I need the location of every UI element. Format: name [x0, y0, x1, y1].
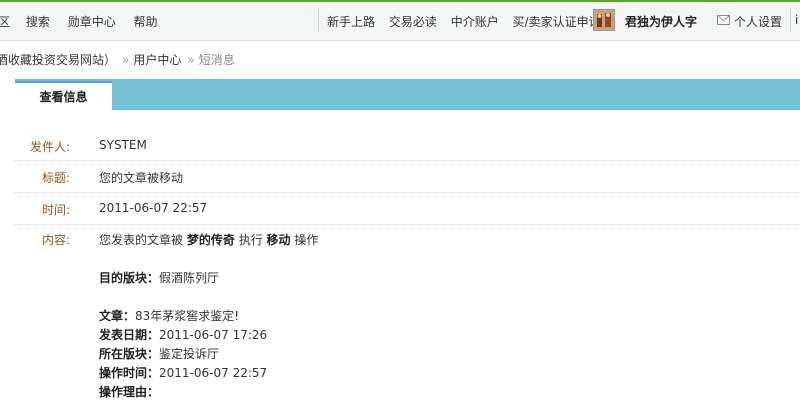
- tab-view-message[interactable]: 查看信息: [15, 81, 112, 110]
- breadcrumb-site[interactable]: 酒收藏投资交易网站）: [0, 53, 116, 67]
- breadcrumb-separator: »: [122, 53, 130, 67]
- breadcrumb-current: 短消息: [198, 53, 235, 67]
- message-text: 操作: [294, 233, 319, 247]
- nav-divider: [318, 8, 319, 32]
- nav-item-trade-must-read[interactable]: 交易必读: [389, 13, 437, 30]
- op-time-line: 操作时间：2011-06-07 22:57: [99, 364, 789, 383]
- message-text: 您发表的文章被: [99, 233, 184, 247]
- top-accent-line: [0, 0, 800, 2]
- message-text: 执行: [238, 233, 263, 247]
- message-line-action: 您发表的文章被 梦的传奇 执行 移动 操作: [99, 231, 789, 250]
- target-board-line: 目的版块：假酒陈列厅: [99, 269, 789, 288]
- subject-value: 您的文章被移动: [99, 171, 184, 185]
- nav-right-group: 新手上路 交易必读 中介账户 买/卖家认证申请: [327, 13, 611, 30]
- content-label: 内容:: [41, 233, 70, 247]
- operator-name[interactable]: 梦的传奇: [187, 233, 235, 247]
- username[interactable]: 君独为伊人字: [625, 13, 697, 30]
- time-value: 2011-06-07 22:57: [99, 201, 208, 215]
- nav-item-medal-center[interactable]: 勋章中心: [68, 13, 116, 30]
- message-body: 您发表的文章被 梦的传奇 执行 移动 操作 目的版块：假酒陈列厅 文章：83年茅…: [99, 231, 789, 402]
- reason-label: 操作理由：: [99, 385, 160, 399]
- time-label: 时间:: [41, 203, 70, 217]
- mail-icon[interactable]: [717, 15, 730, 25]
- sender-label: 发件人:: [29, 140, 70, 154]
- nav-item-seller-verification[interactable]: 买/卖家认证申请: [513, 13, 601, 30]
- top-navigation-bar: 区 搜索 勋章中心 帮助 新手上路 交易必读 中介账户 买/卖家认证申请 君独为…: [0, 0, 800, 41]
- sender-value: SYSTEM: [99, 138, 147, 152]
- nav-item-search[interactable]: 搜索: [26, 13, 50, 30]
- post-date-line: 发表日期：2011-06-07 17:26: [99, 326, 789, 345]
- breadcrumb-user-center[interactable]: 用户中心: [133, 53, 181, 67]
- article-line: 文章：83年茅浆窖求鉴定!: [99, 307, 789, 326]
- op-time-label: 操作时间：: [99, 366, 160, 380]
- nav-item-help[interactable]: 帮助: [134, 13, 158, 30]
- action-name: 移动: [266, 233, 291, 247]
- breadcrumb: 酒收藏投资交易网站）» 用户中心» 短消息: [0, 51, 235, 68]
- nav-left-group: 区 搜索 勋章中心 帮助: [0, 13, 172, 30]
- row-divider: [15, 192, 800, 193]
- avatar[interactable]: [593, 9, 615, 31]
- nav-item-newbie-guide[interactable]: 新手上路: [327, 13, 375, 30]
- post-date-label: 发表日期：: [99, 328, 160, 342]
- subject-label: 标题:: [41, 171, 70, 185]
- tab-bar: 查看信息: [15, 79, 800, 110]
- reason-line: 操作理由：: [99, 383, 789, 402]
- nav-item-escrow-account[interactable]: 中介账户: [451, 13, 499, 30]
- article-value[interactable]: 83年茅浆窖求鉴定!: [135, 309, 239, 323]
- avatar-image: [594, 10, 614, 30]
- board-line: 所在版块：鉴定投诉厅: [99, 345, 789, 364]
- target-board-value[interactable]: 假酒陈列厅: [159, 271, 219, 285]
- settings-link[interactable]: 个人设置: [734, 13, 782, 30]
- row-divider: [15, 160, 800, 161]
- row-divider: [15, 224, 800, 225]
- article-label: 文章：: [99, 309, 136, 323]
- nav-item-truncated[interactable]: i: [795, 13, 798, 27]
- post-date-value: 2011-06-07 17:26: [159, 328, 268, 342]
- target-board-label: 目的版块：: [99, 271, 160, 285]
- breadcrumb-separator: »: [187, 53, 195, 67]
- board-label: 所在版块：: [99, 347, 160, 361]
- op-time-value: 2011-06-07 22:57: [159, 366, 268, 380]
- board-value[interactable]: 鉴定投诉厅: [159, 347, 219, 361]
- nav-divider-right: [790, 8, 791, 32]
- nav-item-community[interactable]: 区: [0, 13, 10, 30]
